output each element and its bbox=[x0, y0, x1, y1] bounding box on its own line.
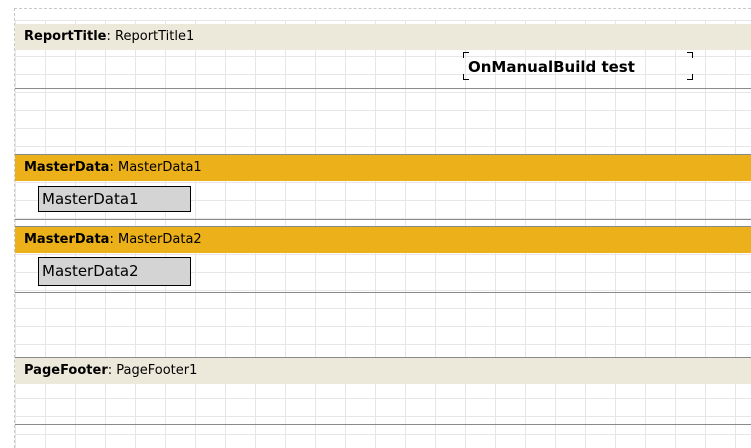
report-title-memo-text: OnManualBuild test bbox=[468, 58, 635, 76]
band-separator: : bbox=[109, 160, 114, 175]
band-name-label: PageFooter1 bbox=[116, 363, 198, 378]
page-margin-top bbox=[14, 8, 751, 9]
report-design-canvas[interactable]: ReportTitle: ReportTitle1 OnManualBuild … bbox=[0, 0, 751, 448]
band-type-label: MasterData bbox=[24, 232, 110, 247]
master-data-1-memo[interactable]: MasterData1 bbox=[38, 186, 191, 212]
master-data-2-memo[interactable]: MasterData2 bbox=[38, 257, 191, 286]
band-separator: : bbox=[109, 232, 114, 247]
band-separator: : bbox=[106, 29, 111, 44]
report-title-memo[interactable]: OnManualBuild test bbox=[463, 52, 693, 80]
band-name-label: MasterData2 bbox=[117, 232, 202, 247]
page-footer-band-bottom-border bbox=[15, 424, 751, 425]
report-title-band-bottom-border bbox=[15, 88, 751, 89]
band-type-label: ReportTitle bbox=[24, 29, 107, 44]
page-footer-band-header[interactable]: PageFooter: PageFooter1 bbox=[15, 358, 751, 384]
band-name-label: MasterData1 bbox=[117, 160, 202, 175]
master-data-1-band-header[interactable]: MasterData: MasterData1 bbox=[15, 155, 751, 181]
band-type-label: MasterData bbox=[24, 160, 110, 175]
band-separator: : bbox=[107, 363, 113, 378]
selection-corner-top-right bbox=[687, 52, 693, 58]
report-title-band-header[interactable]: ReportTitle: ReportTitle1 bbox=[15, 24, 751, 50]
master-data-2-band-bottom-border bbox=[15, 292, 751, 293]
band-name-label: ReportTitle1 bbox=[115, 29, 195, 44]
master-data-2-band-header[interactable]: MasterData: MasterData2 bbox=[15, 227, 751, 253]
band-type-label: PageFooter bbox=[24, 363, 108, 378]
master-data-1-band-bottom-border bbox=[15, 219, 751, 220]
selection-corner-bottom-right bbox=[687, 74, 693, 80]
